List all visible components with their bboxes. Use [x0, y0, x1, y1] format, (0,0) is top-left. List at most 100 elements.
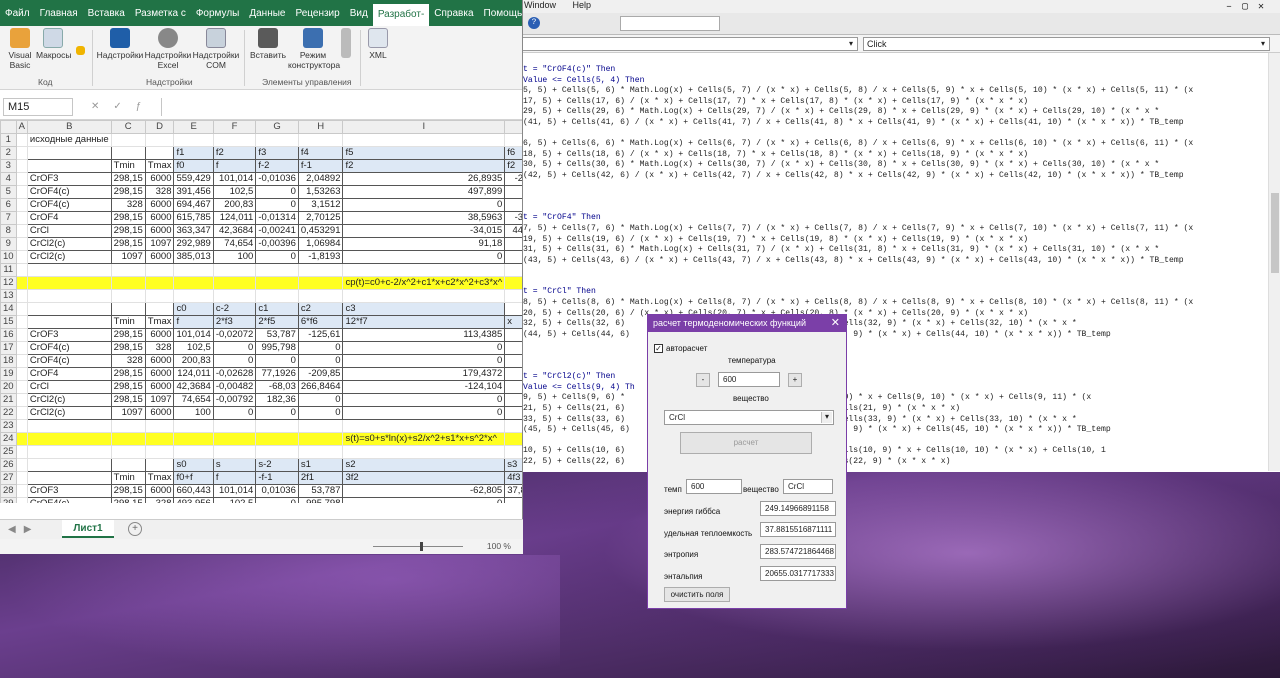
- cell[interactable]: [173, 432, 214, 446]
- cell[interactable]: 298,15: [110, 393, 146, 407]
- cell[interactable]: CrOF4: [26, 367, 112, 381]
- cell[interactable]: 298,15: [110, 484, 146, 498]
- cell[interactable]: f0+f: [173, 471, 214, 485]
- cell[interactable]: [144, 302, 175, 316]
- com-addins-button[interactable]: Надстройки COM: [192, 28, 240, 70]
- cell[interactable]: 298,15: [110, 237, 146, 251]
- cell[interactable]: 0: [297, 341, 344, 355]
- cell[interactable]: [26, 432, 112, 446]
- cell[interactable]: [212, 432, 257, 446]
- cell[interactable]: [297, 445, 344, 459]
- help-icon[interactable]: ?: [528, 17, 540, 29]
- cell[interactable]: c1: [255, 302, 299, 316]
- cell[interactable]: 26,8935: [342, 172, 506, 186]
- cell[interactable]: [15, 159, 28, 173]
- ribbon-tab[interactable]: Рецензир: [290, 8, 344, 19]
- cell[interactable]: 0: [342, 198, 506, 212]
- cell[interactable]: 179,4372: [342, 367, 506, 381]
- row-header[interactable]: 19: [0, 367, 17, 381]
- row-header[interactable]: 27: [0, 471, 17, 485]
- row-header[interactable]: 23: [0, 419, 17, 433]
- cell[interactable]: 0: [504, 250, 522, 264]
- row-header[interactable]: 24: [0, 432, 17, 446]
- row-header[interactable]: 22: [0, 406, 17, 420]
- cell[interactable]: 0: [255, 406, 299, 420]
- cell[interactable]: [110, 302, 146, 316]
- cell[interactable]: [144, 289, 175, 303]
- cell[interactable]: [15, 315, 28, 329]
- formula-icons[interactable]: ✕✓ƒ: [91, 101, 155, 112]
- column-header[interactable]: C: [110, 120, 146, 134]
- cell[interactable]: 298,15: [110, 341, 146, 355]
- cell[interactable]: [144, 419, 175, 433]
- cell[interactable]: 6000: [144, 354, 175, 368]
- chevron-down-icon[interactable]: ▾: [821, 412, 832, 423]
- cell[interactable]: 53,787: [255, 328, 299, 342]
- cell[interactable]: [504, 302, 522, 316]
- cell[interactable]: 124,011: [212, 211, 257, 225]
- cell[interactable]: 100: [212, 250, 257, 264]
- cell[interactable]: -62,805: [342, 484, 506, 498]
- object-combo[interactable]: ▾: [520, 37, 858, 51]
- menu-help[interactable]: Help: [573, 0, 592, 10]
- cell[interactable]: 6000: [144, 198, 175, 212]
- cell[interactable]: 0: [212, 354, 257, 368]
- cell[interactable]: 266,8464: [297, 380, 344, 394]
- cell[interactable]: [212, 289, 257, 303]
- cell[interactable]: 298,15: [110, 328, 146, 342]
- cell[interactable]: 77,1926: [255, 367, 299, 381]
- row-header[interactable]: 29: [0, 497, 17, 503]
- cell[interactable]: 2*f5: [255, 315, 299, 329]
- cell[interactable]: -125,61: [297, 328, 344, 342]
- row-header[interactable]: 18: [0, 354, 17, 368]
- spreadsheet[interactable]: ABCDEFGHIJK1исходные данные2f1f2f3f4f5f6…: [0, 120, 522, 503]
- cell[interactable]: [144, 445, 175, 459]
- row-header[interactable]: 8: [0, 224, 17, 238]
- toolbar-field[interactable]: [620, 16, 720, 31]
- ribbon-tab[interactable]: Вид: [345, 8, 373, 19]
- cell[interactable]: [110, 289, 146, 303]
- cell[interactable]: -0,00482: [212, 380, 257, 394]
- cell[interactable]: [26, 276, 112, 290]
- cell[interactable]: [15, 484, 28, 498]
- cell[interactable]: [15, 445, 28, 459]
- row-header[interactable]: 4: [0, 172, 17, 186]
- cell[interactable]: [26, 263, 112, 277]
- cell[interactable]: CrCl: [26, 224, 112, 238]
- cell[interactable]: -0,02628: [212, 367, 257, 381]
- cell[interactable]: s3: [504, 458, 522, 472]
- cell[interactable]: [297, 263, 344, 277]
- cell[interactable]: 995,798: [297, 497, 344, 503]
- cell[interactable]: -0,00241: [255, 224, 299, 238]
- cell[interactable]: 0: [504, 185, 522, 199]
- cell[interactable]: 0: [342, 250, 506, 264]
- cell[interactable]: 1,06984: [297, 237, 344, 251]
- cell[interactable]: [255, 289, 299, 303]
- add-sheet-button[interactable]: +: [128, 522, 142, 536]
- column-header[interactable]: E: [173, 120, 214, 134]
- cell[interactable]: 0,13: [504, 406, 522, 420]
- cell[interactable]: 385,013: [173, 250, 214, 264]
- cell[interactable]: 391,456: [173, 185, 214, 199]
- cell[interactable]: 74,654: [173, 393, 214, 407]
- cell[interactable]: [15, 185, 28, 199]
- properties-icon[interactable]: [340, 28, 352, 60]
- scroll-thumb[interactable]: [1271, 193, 1279, 273]
- cell[interactable]: c0: [173, 302, 214, 316]
- cell[interactable]: [26, 289, 112, 303]
- cell[interactable]: [297, 432, 344, 446]
- cell[interactable]: -124,104: [342, 380, 506, 394]
- cell[interactable]: [15, 328, 28, 342]
- cell[interactable]: [504, 133, 522, 147]
- cell[interactable]: 1097: [144, 393, 175, 407]
- cell[interactable]: [15, 367, 28, 381]
- cell[interactable]: 124,011: [173, 367, 214, 381]
- cell[interactable]: f: [173, 315, 214, 329]
- cell[interactable]: CrOF3: [26, 328, 112, 342]
- cell[interactable]: s0: [173, 458, 214, 472]
- cell[interactable]: 38,5963: [342, 211, 506, 225]
- select-all-corner[interactable]: [0, 120, 17, 134]
- cell[interactable]: [110, 276, 146, 290]
- cell[interactable]: [110, 133, 146, 147]
- cell[interactable]: [15, 250, 28, 264]
